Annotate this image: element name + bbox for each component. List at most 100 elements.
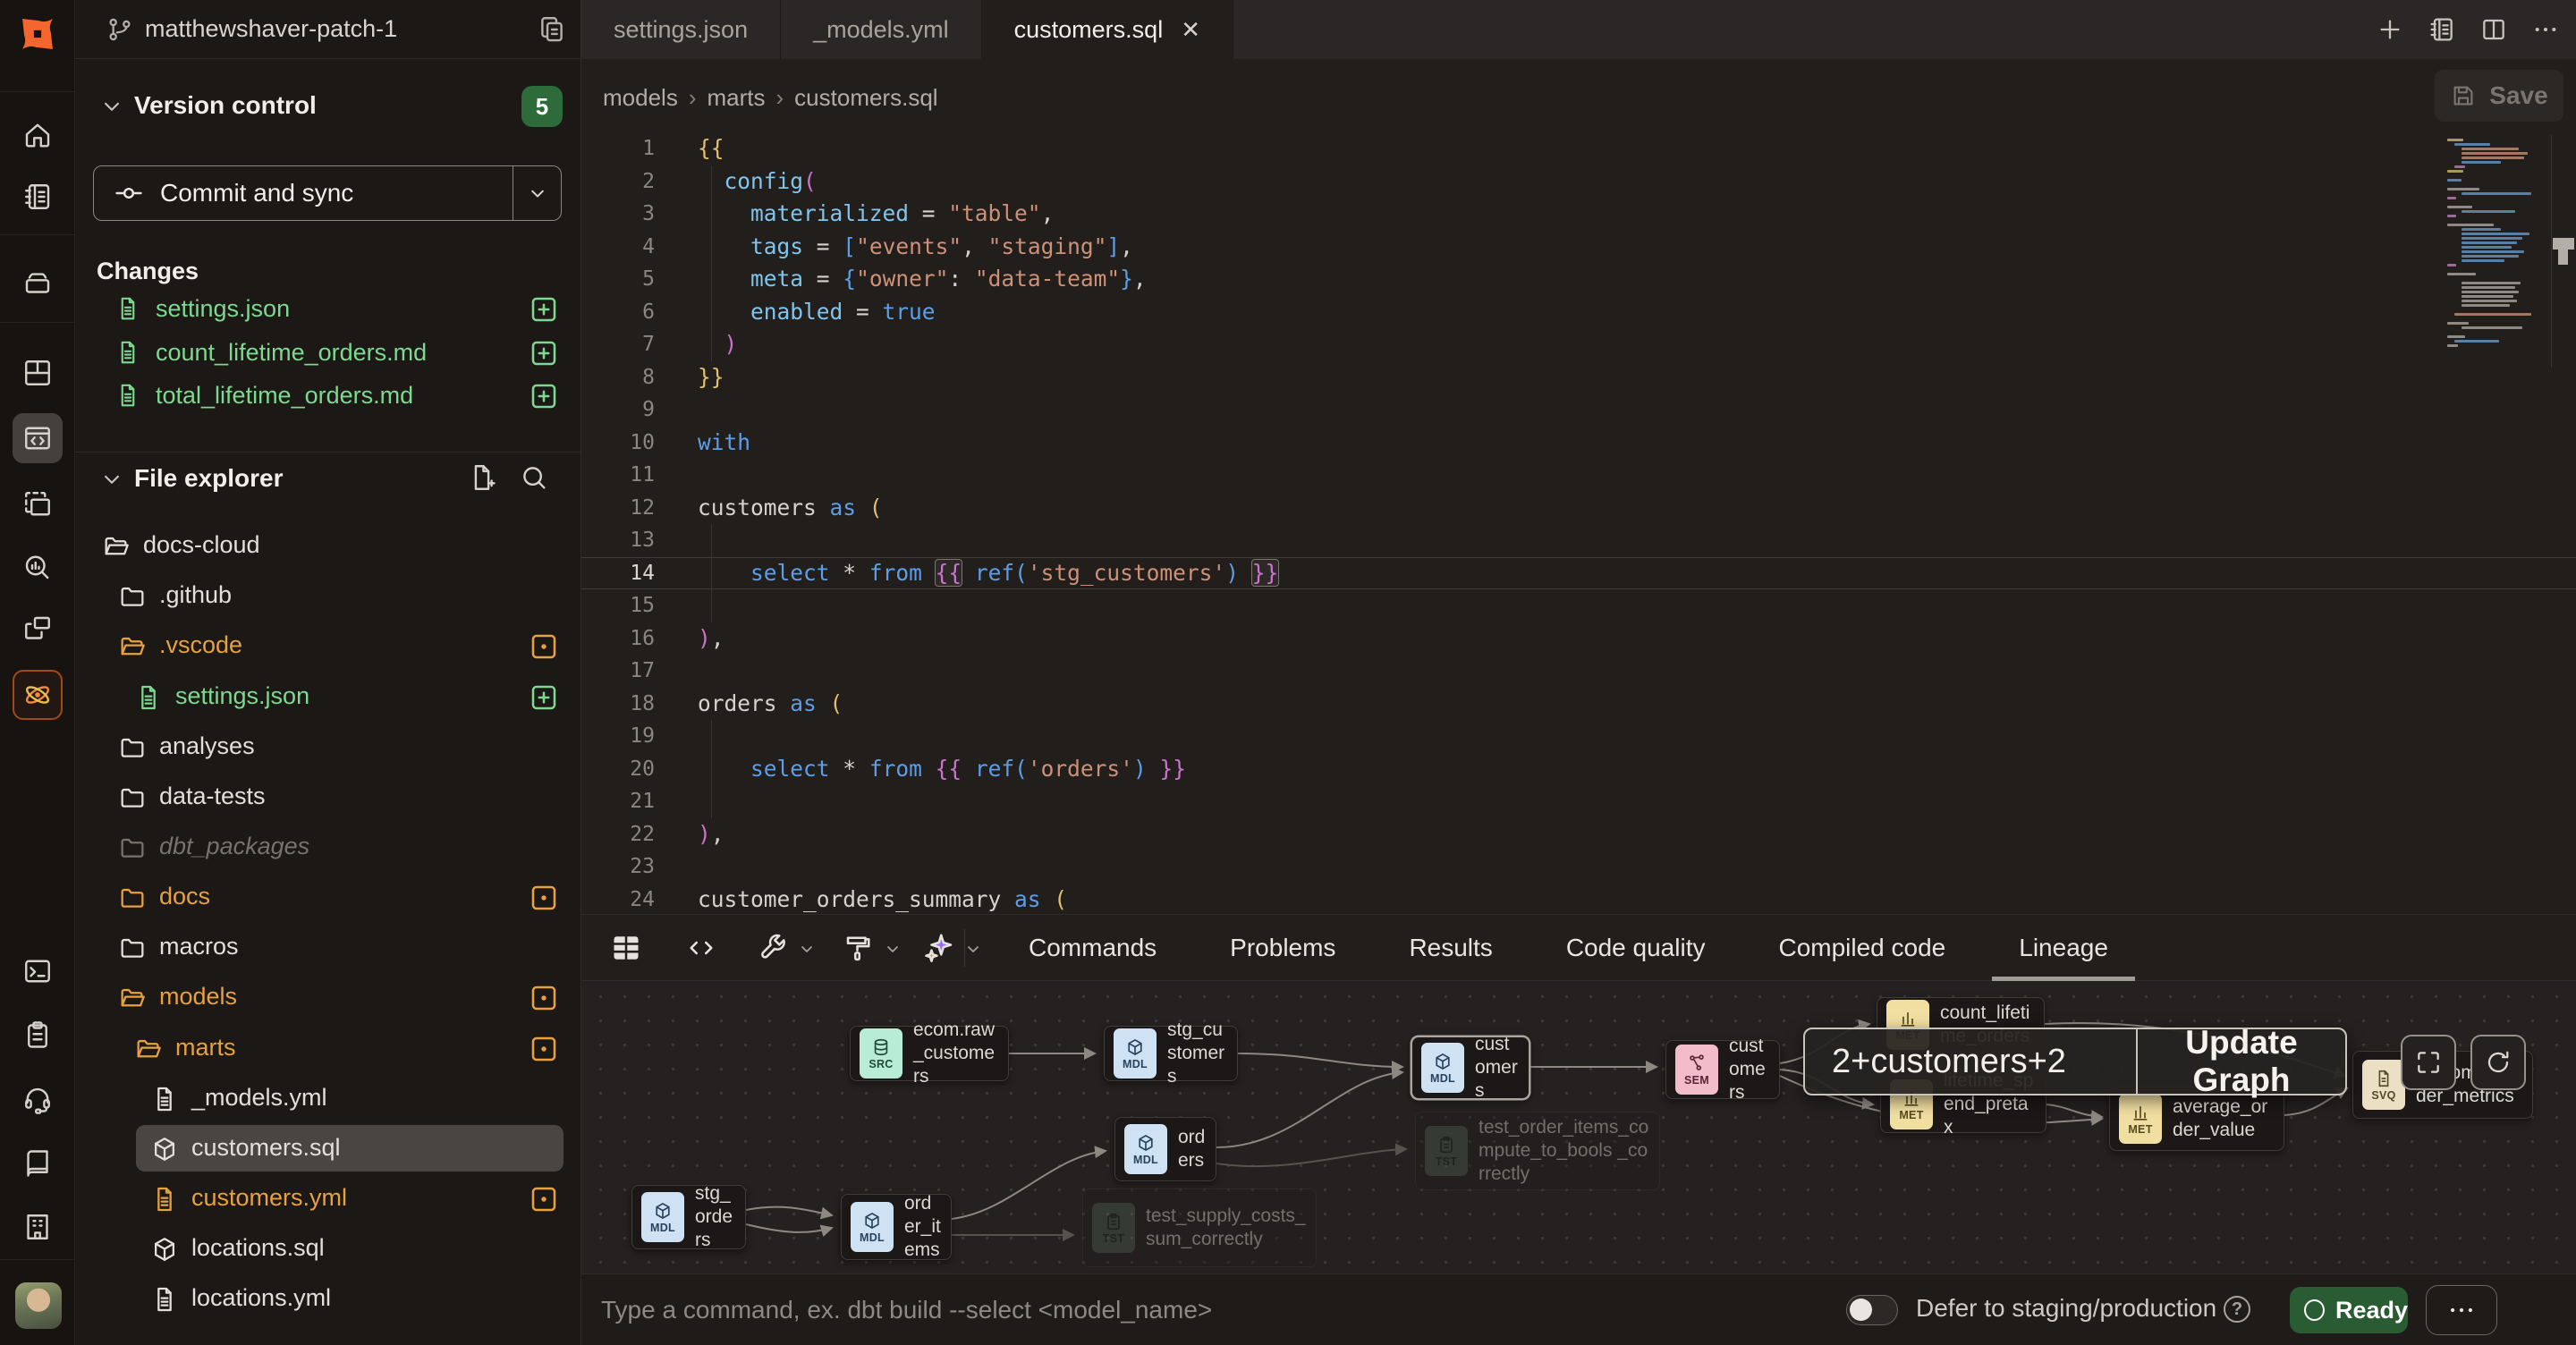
more-options-button[interactable] [2426,1285,2497,1335]
stage-file-icon[interactable] [528,337,560,369]
tree-item-locations-yml[interactable]: locations.yml [75,1275,581,1324]
chevron-down-icon[interactable] [882,938,903,960]
dbt-cloud-ide: matthewshaver-patch-1 Version control 5 … [0,0,2576,1345]
results-table-icon[interactable] [610,932,642,964]
breadcrumb-item[interactable]: customers.sql [794,84,937,112]
lineage-node-customers-semantic[interactable]: SEMcustomers [1665,1040,1780,1099]
close-icon[interactable]: ✕ [1181,16,1200,44]
changed-file-row[interactable]: count_lifetime_orders.md [75,332,581,375]
code-line: 13 [581,524,2576,557]
documentation-icon[interactable] [13,1138,63,1189]
copy-branch-icon[interactable] [537,14,567,45]
copilot-icon[interactable] [13,670,63,720]
split-editor-icon[interactable] [2479,15,2508,44]
lineage-node-orders[interactable]: MDLorders [1114,1117,1216,1181]
tree-item-locations-sql[interactable]: locations.sql [75,1225,581,1273]
panel-tab-compiled-code[interactable]: Compiled code [1778,915,1945,981]
lineage-node-test-order-items[interactable]: TSTtest_order_items_compute_to_bools _co… [1415,1112,1660,1190]
changed-file-row[interactable]: settings.json [75,288,581,331]
tree-item-customers-yml[interactable]: customers.yml [75,1175,581,1223]
breadcrumb-item[interactable]: models [603,84,678,112]
new-tab-icon[interactable] [2376,15,2404,44]
new-file-icon[interactable] [467,462,497,493]
user-avatar[interactable] [15,1282,62,1329]
panel-tab-commands[interactable]: Commands [1029,915,1157,981]
update-graph-button[interactable]: Update Graph [2138,1024,2345,1099]
open-catalog-icon[interactable] [2428,15,2456,44]
defer-toggle[interactable] [1846,1295,1898,1325]
jobs-icon[interactable] [13,1010,63,1060]
tree-item--models-yml[interactable]: _models.yml [75,1075,581,1123]
format-tools-icon[interactable] [843,932,875,964]
support-icon[interactable] [13,1074,63,1124]
panel-tab-problems[interactable]: Problems [1230,915,1335,981]
breadcrumb-item[interactable]: marts [708,84,766,112]
lineage-node-ecom-raw-customers[interactable]: SRCecom.raw_customers [850,1026,1009,1081]
chevron-down-icon[interactable] [98,466,125,493]
orchestration-icon[interactable] [13,604,63,654]
chevron-down-icon[interactable] [796,938,818,960]
scrollbar-thumb[interactable] [2558,250,2568,265]
lineage-node-customers-model[interactable]: MDLcustomers [1411,1036,1530,1099]
panel-tab-results[interactable]: Results [1409,915,1492,981]
chevron-down-icon[interactable] [962,938,984,960]
tree-item-macros[interactable]: macros [75,924,581,972]
tree-item-docs[interactable]: docs [75,874,581,922]
tab-customers-sql[interactable]: customers.sql✕ [982,0,1233,59]
tab-settings-json[interactable]: settings.json [581,0,781,59]
panel-tab-code-quality[interactable]: Code quality [1566,915,1706,981]
stage-file-icon[interactable] [528,380,560,412]
refresh-graph-button[interactable] [2470,1035,2526,1090]
tree-item-dbt-packages[interactable]: dbt_packages [75,824,581,872]
dashboard-icon[interactable] [13,348,63,398]
tree-item-analyses[interactable]: analyses [75,723,581,772]
tree-item-docs-cloud[interactable]: docs-cloud [75,522,581,571]
command-input[interactable] [601,1287,1674,1333]
search-icon[interactable] [519,462,549,493]
stage-file-icon[interactable] [528,293,560,326]
code-view-icon[interactable] [685,932,717,964]
terminal-icon[interactable] [13,946,63,996]
help-icon[interactable]: ? [2224,1296,2250,1323]
lineage-selector[interactable]: 2+customers+2 Update Graph [1803,1028,2347,1095]
tree-item-models[interactable]: models [75,974,581,1022]
chevron-down-icon[interactable] [98,93,125,120]
branch-header[interactable]: matthewshaver-patch-1 [75,0,581,59]
status-badge[interactable]: Ready [2290,1287,2408,1333]
lineage-selector-input[interactable]: 2+customers+2 [1805,1043,2136,1081]
lineage-node-stg-customers[interactable]: MDLstg_customers [1104,1026,1238,1081]
organization-icon[interactable] [13,1202,63,1252]
tree-item--vscode[interactable]: .vscode [75,622,581,671]
explore-icon[interactable] [13,542,63,592]
fullscreen-button[interactable] [2401,1035,2456,1090]
editor-more-icon[interactable] [2531,15,2560,44]
lineage-node-test-supply-costs[interactable]: TSTtest_supply_costs_sum_correctly [1082,1189,1317,1267]
changed-file-row[interactable]: total_lifetime_orders.md [75,375,581,418]
commit-options-caret[interactable] [513,166,561,220]
tree-item-data-tests[interactable]: data-tests [75,774,581,822]
lineage-node-stg-orders[interactable]: MDLstg_orders [631,1185,746,1249]
build-tools-icon[interactable] [757,932,789,964]
dbt-logo-icon[interactable] [15,12,60,56]
code-editor[interactable]: models › marts › customers.sql Save 1{{2… [581,59,2576,914]
home-icon[interactable] [13,110,63,160]
ai-tools-icon[interactable] [923,932,955,964]
catalog-icon[interactable] [13,172,63,222]
tab--models-yml[interactable]: _models.yml [781,0,982,59]
panel-tab-lineage[interactable]: Lineage [2019,915,2108,981]
save-button[interactable]: Save [2435,70,2563,122]
tree-item--github[interactable]: .github [75,572,581,621]
commit-and-sync-button[interactable]: Commit and sync [93,165,562,221]
tree-item-settings-json[interactable]: settings.json [75,673,581,722]
studio-ide-icon[interactable] [13,413,63,463]
tree-item-marts[interactable]: marts [75,1025,581,1073]
lineage-node-order-items[interactable]: MDLorder_items [841,1194,952,1260]
git-commit-icon [114,178,144,208]
tree-item-customers-sql[interactable]: customers.sql [75,1125,581,1173]
visual-editor-icon[interactable] [13,479,63,529]
minimap[interactable] [2447,139,2551,353]
scrollbar-thumb[interactable] [2553,238,2574,250]
lineage-canvas[interactable]: SRCecom.raw_customers MDLstg_customers MDL… [581,981,2576,1274]
environments-icon[interactable] [13,258,63,308]
folder-icon [118,833,147,862]
